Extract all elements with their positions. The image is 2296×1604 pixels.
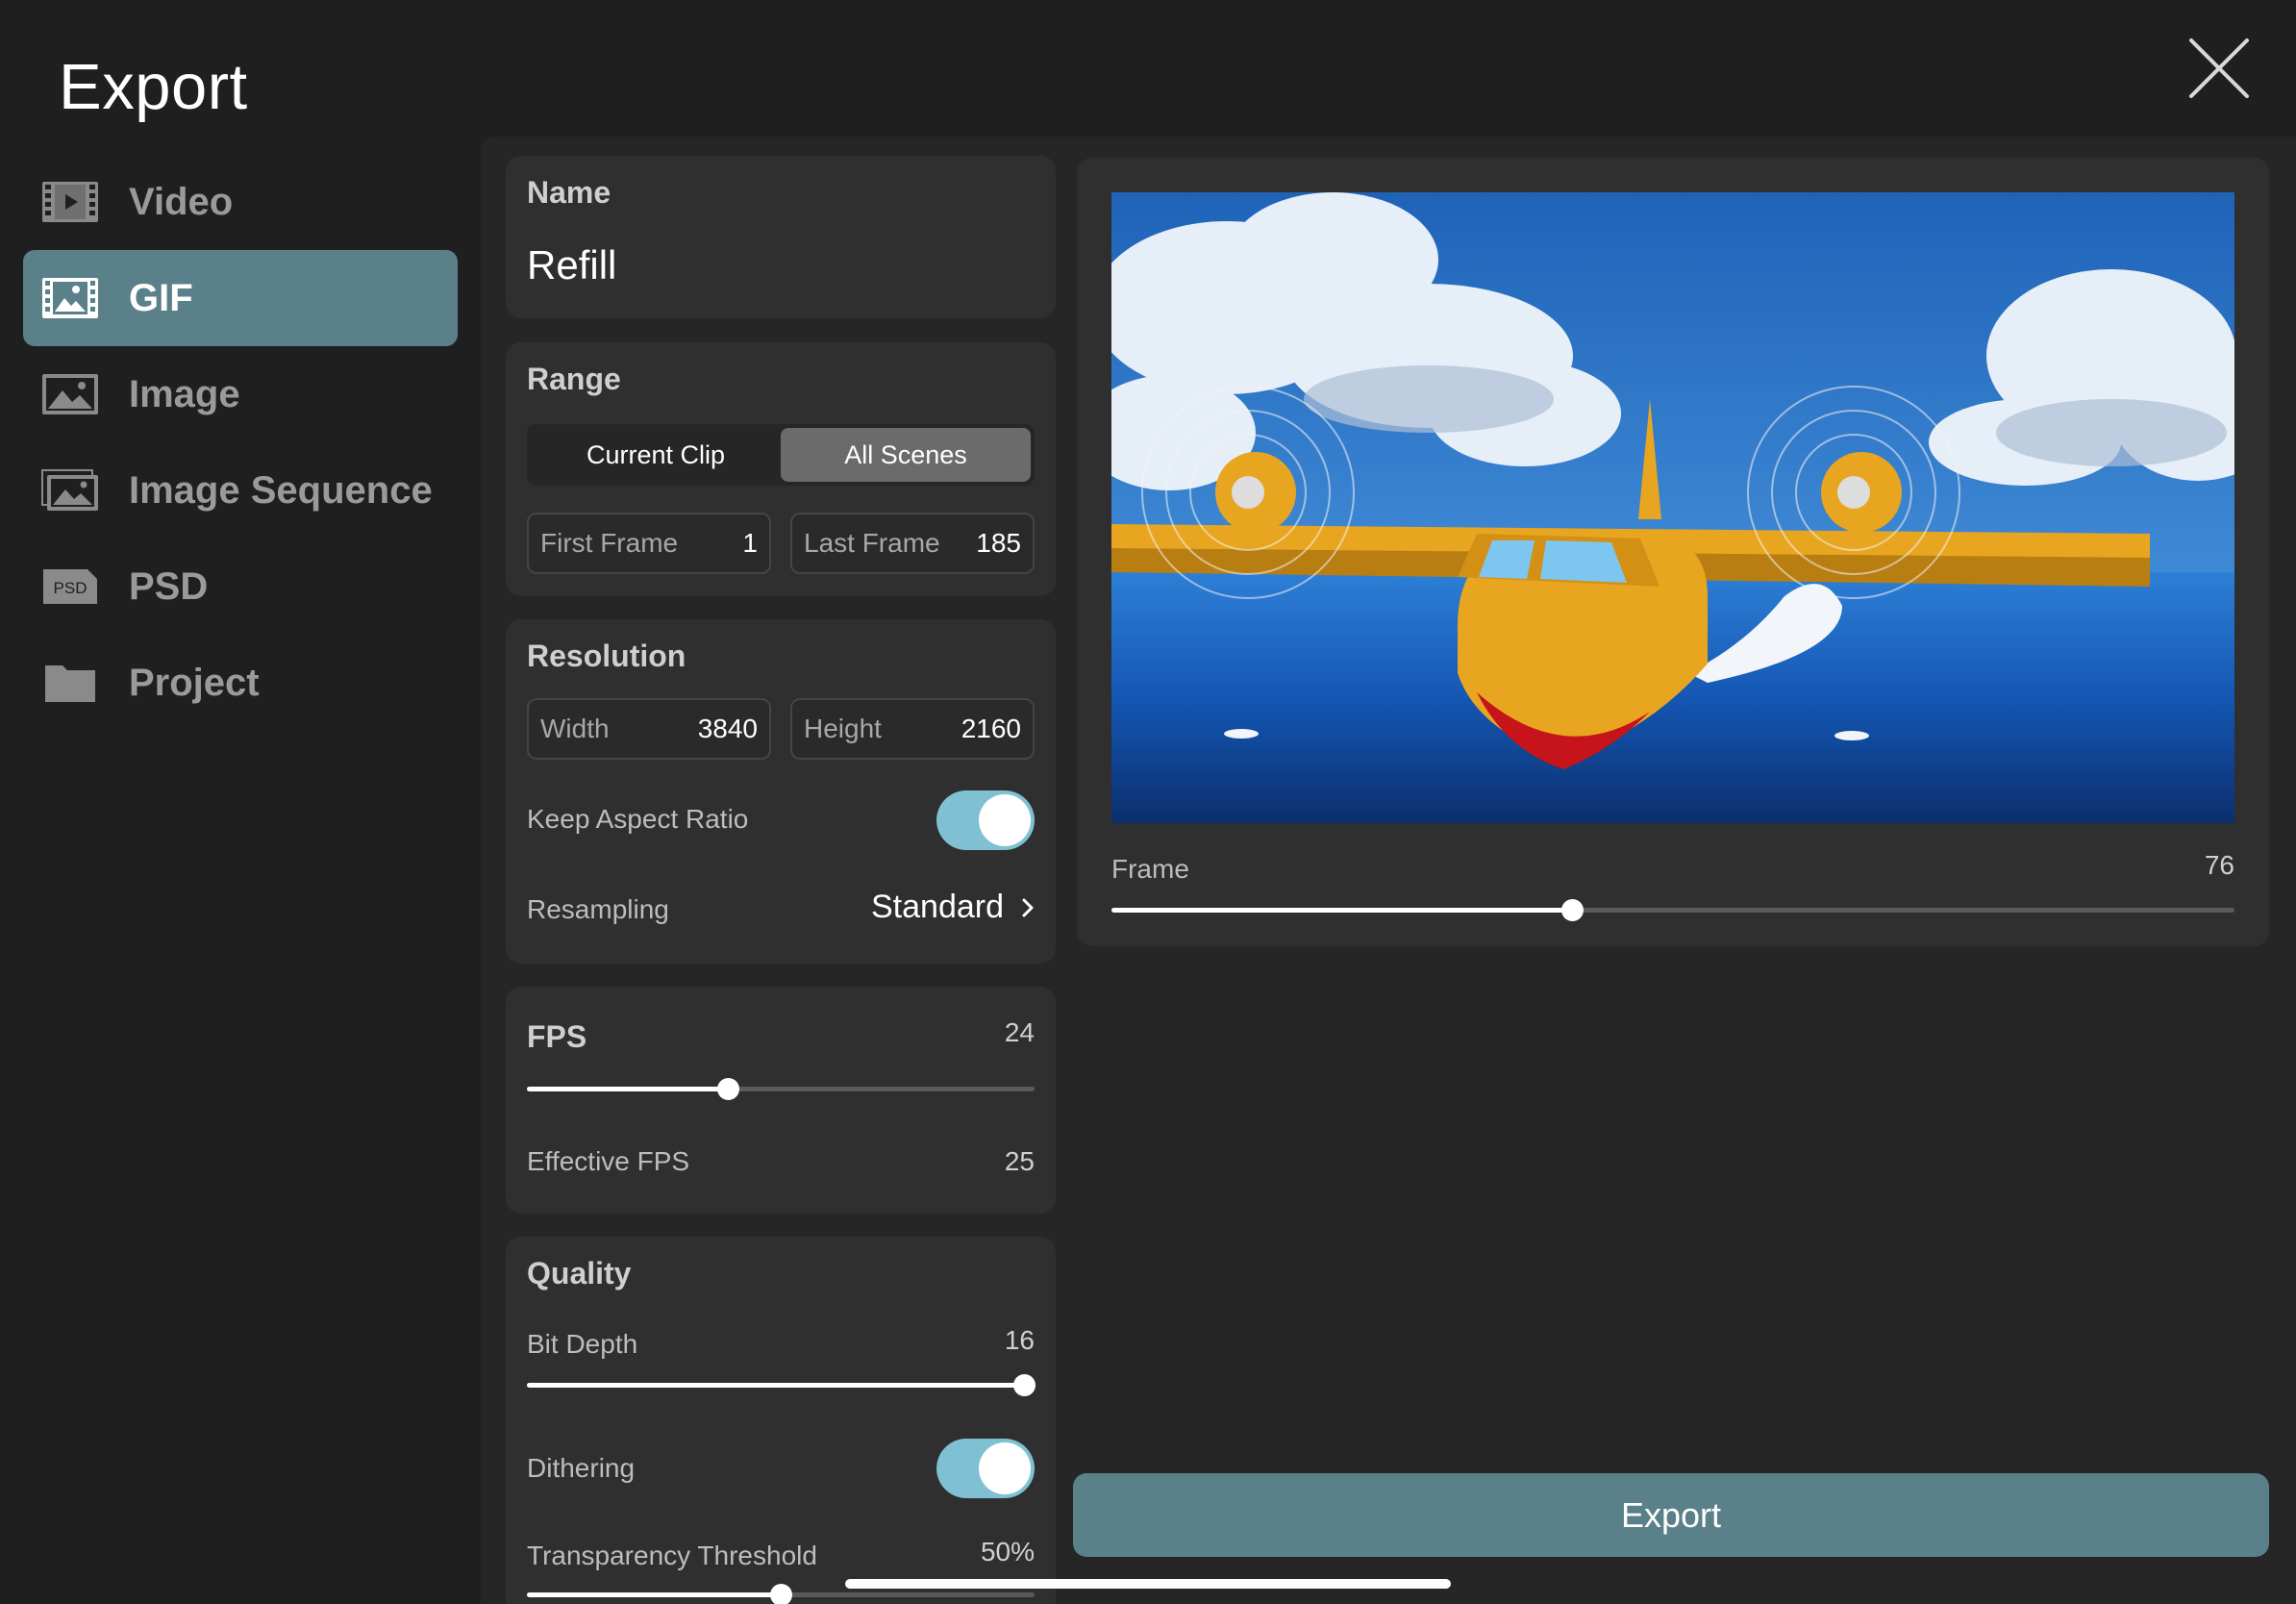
- field-label: Height: [804, 714, 882, 743]
- resampling-value: Standard: [871, 889, 1004, 925]
- close-button[interactable]: [2187, 37, 2251, 100]
- card-title: Range: [527, 362, 621, 396]
- field-label: Width: [540, 714, 610, 743]
- export-type-sidebar: Video GIF Image Image Sequence PSD PSD P…: [23, 154, 458, 731]
- sidebar-item-label: GIF: [129, 276, 193, 319]
- effective-fps-label: Effective FPS: [527, 1146, 690, 1176]
- gif-icon: [41, 276, 99, 320]
- effective-fps-value: 25: [1004, 1146, 1035, 1176]
- sidebar-item-label: PSD: [129, 564, 209, 608]
- quality-card: Quality Bit Depth 16 Dithering Transpare…: [506, 1237, 1056, 1604]
- frame-slider[interactable]: [1111, 898, 2234, 921]
- card-title: FPS: [527, 1019, 587, 1054]
- resampling-label: Resampling: [527, 894, 669, 924]
- sidebar-item-label: Image Sequence: [129, 468, 433, 512]
- range-segmented-control: Current Clip All Scenes: [527, 424, 1035, 486]
- width-field[interactable]: Width 3840: [527, 698, 771, 760]
- field-label: First Frame: [540, 528, 679, 558]
- bit-depth-slider[interactable]: [527, 1373, 1036, 1396]
- sidebar-item-image[interactable]: Image: [23, 346, 458, 442]
- first-frame-field[interactable]: First Frame 1: [527, 513, 771, 574]
- sidebar-item-project[interactable]: Project: [23, 635, 458, 731]
- field-value: 185: [976, 528, 1021, 558]
- segment-all-scenes[interactable]: All Scenes: [781, 428, 1031, 482]
- segment-current-clip[interactable]: Current Clip: [531, 428, 781, 482]
- bit-depth-label: Bit Depth: [527, 1329, 638, 1359]
- toggle-knob: [979, 1442, 1031, 1494]
- slider-thumb[interactable]: [770, 1584, 792, 1604]
- transparency-label: Transparency Threshold: [527, 1541, 817, 1570]
- frame-label: Frame: [1111, 854, 1189, 884]
- resolution-card: Resolution Width 3840 Height 2160 Keep A…: [506, 619, 1056, 964]
- sidebar-item-video[interactable]: Video: [23, 154, 458, 250]
- bit-depth-value: 16: [1004, 1325, 1035, 1355]
- name-card: Name Refill: [506, 156, 1056, 318]
- sidebar-item-label: Project: [129, 661, 260, 704]
- export-button[interactable]: Export: [1073, 1473, 2269, 1557]
- sidebar-item-psd[interactable]: PSD PSD: [23, 539, 458, 635]
- field-value: 1: [742, 528, 758, 558]
- preview-image: [1111, 192, 2234, 823]
- slider-thumb[interactable]: [716, 1078, 739, 1100]
- psd-icon: PSD: [41, 564, 99, 609]
- dithering-label: Dithering: [527, 1453, 636, 1483]
- slider-thumb[interactable]: [1013, 1374, 1036, 1396]
- keep-aspect-label: Keep Aspect Ratio: [527, 804, 749, 834]
- field-value: 3840: [697, 714, 758, 743]
- folder-icon: [41, 661, 99, 705]
- video-icon: [41, 180, 99, 224]
- keep-aspect-toggle[interactable]: [936, 790, 1035, 850]
- resampling-selector[interactable]: Standard: [871, 889, 1035, 926]
- fps-slider[interactable]: [527, 1077, 1035, 1100]
- last-frame-field[interactable]: Last Frame 185: [790, 513, 1035, 574]
- page-title: Export: [59, 51, 248, 123]
- svg-text:PSD: PSD: [54, 579, 87, 597]
- toggle-knob: [979, 794, 1031, 846]
- sidebar-item-gif[interactable]: GIF: [23, 250, 458, 346]
- card-title: Resolution: [527, 639, 686, 673]
- dithering-toggle[interactable]: [936, 1439, 1035, 1498]
- seaplane-illustration: [1111, 192, 2234, 823]
- home-indicator: [845, 1579, 1451, 1589]
- field-label: Last Frame: [804, 528, 940, 558]
- fps-card: FPS 24 Effective FPS 25: [506, 987, 1056, 1214]
- image-icon: [41, 372, 99, 416]
- card-title: Quality: [527, 1256, 632, 1291]
- height-field[interactable]: Height 2160: [790, 698, 1035, 760]
- sidebar-item-label: Image: [129, 372, 240, 415]
- sidebar-item-image-sequence[interactable]: Image Sequence: [23, 442, 458, 539]
- sidebar-item-label: Video: [129, 180, 234, 223]
- close-icon: [2189, 38, 2249, 98]
- name-field[interactable]: Refill: [527, 242, 616, 288]
- range-card: Range Current Clip All Scenes First Fram…: [506, 342, 1056, 596]
- frame-value: 76: [2204, 850, 2234, 880]
- chevron-right-icon: [1022, 898, 1034, 916]
- preview-card: Frame 76: [1077, 158, 2269, 946]
- slider-thumb[interactable]: [1560, 899, 1584, 921]
- transparency-value: 50%: [980, 1537, 1035, 1566]
- field-value: 2160: [961, 714, 1021, 743]
- image-sequence-icon: [41, 468, 99, 513]
- fps-value: 24: [1004, 1017, 1035, 1047]
- card-title: Name: [527, 175, 611, 210]
